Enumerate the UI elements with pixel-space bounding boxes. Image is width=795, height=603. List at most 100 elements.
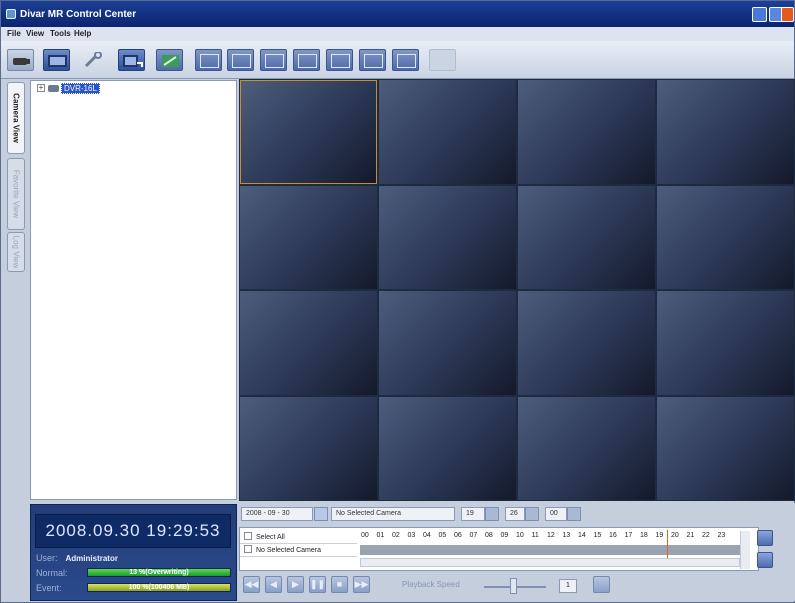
audio-icon[interactable]: [593, 576, 610, 593]
camera-cell[interactable]: [657, 80, 794, 184]
close-button[interactable]: [781, 7, 794, 22]
tab-favorite-view[interactable]: Favorite View: [7, 158, 25, 230]
menu-file[interactable]: File: [7, 29, 21, 38]
layout-16-icon[interactable]: [392, 49, 419, 71]
side-tabs: Camera View Favorite View Log View: [5, 80, 29, 602]
camera-icon[interactable]: [7, 49, 34, 71]
hour-tick: 20: [671, 532, 679, 539]
camera-row[interactable]: No Selected Camera: [240, 545, 357, 557]
step-back-button[interactable]: ◀: [265, 576, 282, 593]
status-panel: 2008.09.30 19:29:53 User: Administrator N…: [30, 504, 237, 601]
select-all-checkbox[interactable]: Select All: [240, 532, 357, 544]
hour-tick: 13: [562, 532, 571, 539]
playback-speed-label: Playback Speed: [402, 580, 460, 589]
layout-1-icon[interactable]: [195, 49, 222, 71]
camera-cell[interactable]: [518, 396, 655, 500]
layout-8-icon[interactable]: [326, 49, 353, 71]
hour-tick: 10: [516, 532, 524, 539]
main-window: Divar MR Control Center File View Tools …: [0, 0, 795, 603]
layout-13-icon[interactable]: [359, 49, 386, 71]
camera-cell[interactable]: [518, 80, 655, 184]
minimize-button[interactable]: [752, 7, 767, 22]
zoom-in-icon[interactable]: [757, 530, 773, 546]
video-strip-icon[interactable]: [43, 49, 70, 71]
hour-tick: 04: [423, 532, 431, 539]
second-field[interactable]: 00: [545, 507, 567, 521]
camera-cell[interactable]: [657, 396, 794, 500]
layout-6-icon[interactable]: [260, 49, 287, 71]
minute-spinner-icon[interactable]: [525, 507, 539, 521]
camera-cell[interactable]: [379, 291, 516, 395]
tab-camera-view[interactable]: Camera View: [7, 82, 25, 154]
wrench-icon[interactable]: [80, 49, 107, 71]
hour-scale: 00 01 02 03 04 05 06 07 08 09 10 11 12 1…: [361, 532, 741, 542]
hour-tick: 16: [609, 532, 617, 539]
hour-tick: 05: [438, 532, 447, 539]
hour-tick: 18: [640, 532, 648, 539]
play-button[interactable]: ▶: [287, 576, 304, 593]
second-spinner-icon[interactable]: [567, 507, 581, 521]
camera-cell[interactable]: [657, 291, 794, 395]
hour-tick: 17: [624, 532, 633, 539]
title-bar: Divar MR Control Center: [1, 1, 794, 27]
signal-icon[interactable]: [156, 49, 183, 71]
rewind-button[interactable]: ◀◀: [243, 576, 260, 593]
speed-slider-thumb[interactable]: [510, 578, 517, 594]
app-icon: [6, 9, 16, 19]
zoom-out-icon[interactable]: [757, 552, 773, 568]
camera-cell[interactable]: [240, 396, 377, 500]
camera-field[interactable]: No Selected Camera: [331, 507, 455, 521]
hour-tick: 06: [454, 532, 462, 539]
camera-cell[interactable]: [379, 396, 516, 500]
hour-tick: 21: [686, 532, 695, 539]
tab-log-view[interactable]: Log View: [7, 232, 25, 272]
calendar-icon[interactable]: [314, 507, 328, 521]
timeline-track[interactable]: [360, 545, 740, 555]
minute-field[interactable]: 26: [505, 507, 525, 521]
camera-cell[interactable]: [379, 185, 516, 289]
window-title: Divar MR Control Center: [20, 9, 137, 20]
event-label: Event:: [36, 583, 62, 593]
speed-value: 1: [559, 579, 577, 593]
normal-usage-bar: 13 %(Overwriting): [87, 568, 231, 577]
stop-button[interactable]: ■: [331, 576, 348, 593]
device-tree: + DVR-16L: [30, 80, 237, 500]
expand-icon[interactable]: +: [37, 84, 45, 92]
hour-tick: 01: [376, 532, 385, 539]
hour-tick: 19: [655, 532, 664, 539]
camera-cell[interactable]: [518, 291, 655, 395]
date-field[interactable]: 2008 - 09 - 30: [241, 507, 313, 521]
forward-button[interactable]: ▶▶: [353, 576, 370, 593]
camera-cell[interactable]: [240, 185, 377, 289]
layout-9-icon[interactable]: [293, 49, 320, 71]
tree-node-dvr[interactable]: DVR-16L: [61, 83, 100, 94]
timeline-vscrollbar[interactable]: [740, 531, 750, 569]
camera-cell[interactable]: [518, 185, 655, 289]
hour-field[interactable]: 19: [461, 507, 485, 521]
hour-spinner-icon[interactable]: [485, 507, 499, 521]
timeline-scrollbar[interactable]: [360, 558, 740, 567]
hour-tick: 02: [392, 532, 400, 539]
pause-button[interactable]: ❚❚: [309, 576, 326, 593]
hour-tick: 11: [531, 532, 539, 539]
hour-tick: 12: [547, 532, 555, 539]
camera-cell[interactable]: [240, 80, 377, 184]
user-value: Administrator: [65, 554, 118, 563]
camera-cell[interactable]: [657, 185, 794, 289]
menu-view[interactable]: View: [26, 29, 44, 38]
menu-help[interactable]: Help: [74, 29, 91, 38]
hour-tick: 09: [500, 532, 509, 539]
user-label: User:: [36, 553, 58, 563]
camera-cell[interactable]: [240, 291, 377, 395]
hour-tick: 00: [361, 532, 369, 539]
video-export-icon[interactable]: [118, 49, 145, 71]
event-usage-bar: 100 %(100406 MB): [87, 583, 231, 592]
layout-4-icon[interactable]: [227, 49, 254, 71]
hour-tick: 22: [702, 532, 710, 539]
hour-tick: 08: [485, 532, 493, 539]
time-marker[interactable]: [667, 530, 668, 560]
camera-cell[interactable]: [379, 80, 516, 184]
hour-tick: 07: [469, 532, 478, 539]
toolbar: [1, 41, 794, 79]
menu-tools[interactable]: Tools: [50, 29, 71, 38]
